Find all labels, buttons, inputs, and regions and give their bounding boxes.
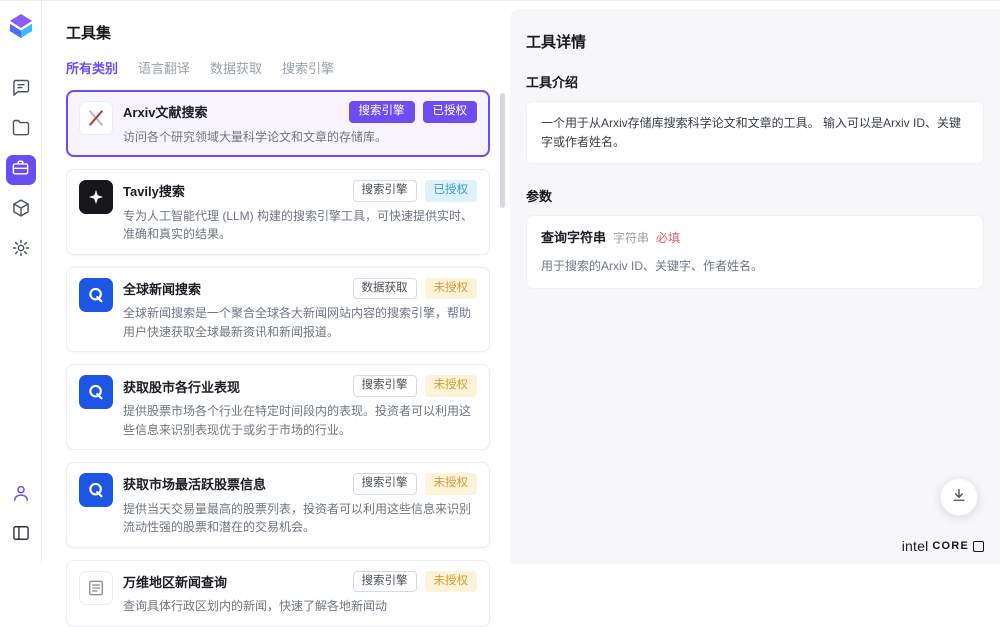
sidebar-item-plugins[interactable] (6, 195, 36, 225)
tool-name: 万维地区新闻查询 (123, 572, 227, 591)
params-section-title: 参数 (526, 186, 984, 205)
briefcase-icon (11, 158, 30, 182)
tool-description: 提供当天交易量最高的股票列表，投资者可以利用这些信息来识别流动性强的股票和潜在的… (123, 500, 477, 537)
category-badge: 数据获取 (353, 278, 417, 300)
global-news-icon (79, 278, 113, 312)
download-icon (950, 486, 968, 509)
tool-card-arxiv[interactable]: Arxiv文献搜索 搜索引擎 已授权 访问各个研究领域大量科学论文和文章的存储库… (66, 90, 490, 157)
intro-section-title: 工具介绍 (526, 72, 984, 91)
tool-card-stock-sectors[interactable]: 获取股市各行业表现 搜索引擎 未授权 提供股票市场各个行业在特定时间段内的表现。… (66, 364, 490, 450)
param-required-flag: 必填 (656, 229, 680, 248)
tool-name: Arxiv文献搜索 (123, 102, 208, 121)
tool-intro-text: 一个用于从Arxiv存储库搜索科学论文和文章的工具。 输入可以是Arxiv ID… (526, 101, 984, 164)
category-tabs: 所有类别 语言翻译 数据获取 搜索引擎 (66, 58, 490, 77)
intel-core-logo: intel CORE (902, 538, 984, 554)
intel-text: intel (902, 538, 929, 554)
category-badge: 搜索引擎 (353, 473, 417, 495)
cube-icon (11, 198, 31, 223)
sidebar-item-tools[interactable] (6, 155, 36, 185)
tool-name: Tavily搜索 (123, 181, 185, 200)
app-logo[interactable] (9, 13, 33, 44)
folder-icon (11, 118, 31, 143)
sidebar-item-settings[interactable] (6, 235, 36, 265)
tool-list-panel: 工具集 所有类别 语言翻译 数据获取 搜索引擎 Arxiv文献搜索 搜索引擎 已… (42, 1, 510, 563)
status-badge[interactable]: 未授权 (425, 473, 478, 495)
core-text: CORE (932, 540, 969, 552)
scrollbar-thumb[interactable] (500, 93, 505, 208)
stock-sectors-icon (79, 375, 113, 409)
category-badge: 搜索引擎 (349, 101, 415, 123)
app-window: 工具集 所有类别 语言翻译 数据获取 搜索引擎 Arxiv文献搜索 搜索引擎 已… (0, 0, 1000, 563)
detail-wrap: 工具详情 工具介绍 一个用于从Arxiv存储库搜索科学论文和文章的工具。 输入可… (510, 1, 1000, 563)
tool-card-active-stocks[interactable]: 获取市场最活跃股票信息 搜索引擎 未授权 提供当天交易量最高的股票列表，投资者可… (66, 462, 490, 548)
tool-name: 全球新闻搜索 (123, 279, 201, 298)
tool-card-global-news[interactable]: 全球新闻搜索 数据获取 未授权 全球新闻搜索是一个聚合全球各大新闻网站内容的搜索… (66, 267, 490, 353)
intel-badge-box (973, 541, 984, 552)
tavily-icon (79, 180, 113, 214)
tool-name: 获取股市各行业表现 (123, 377, 240, 396)
chat-icon (11, 78, 31, 103)
tab-all-categories[interactable]: 所有类别 (66, 58, 118, 77)
tool-card-tavily[interactable]: Tavily搜索 搜索引擎 已授权 专为人工智能代理 (LLM) 构建的搜索引擎… (66, 169, 490, 255)
arxiv-icon (79, 101, 113, 135)
tool-detail-panel: 工具详情 工具介绍 一个用于从Arxiv存储库搜索科学论文和文章的工具。 输入可… (510, 9, 1000, 564)
param-name: 查询字符串 (541, 228, 606, 248)
tool-card-regional-news[interactable]: 万维地区新闻查询 搜索引擎 未授权 查询具体行政区划内的新闻，快速了解各地新闻动 (66, 560, 490, 627)
sidebar-item-collapse[interactable] (6, 520, 36, 550)
gear-icon (11, 238, 31, 263)
status-badge[interactable]: 已授权 (423, 101, 478, 123)
active-stocks-icon (79, 473, 113, 507)
tool-description: 全球新闻搜索是一个聚合全球各大新闻网站内容的搜索引擎，帮助用户快速获取全球最新资… (123, 304, 477, 341)
tool-description: 查询具体行政区划内的新闻，快速了解各地新闻动 (123, 597, 477, 616)
status-badge[interactable]: 未授权 (425, 278, 478, 300)
param-type: 字符串 (613, 229, 649, 248)
tool-name: 获取市场最活跃股票信息 (123, 474, 266, 493)
tab-search-engine[interactable]: 搜索引擎 (282, 58, 334, 77)
tab-data-fetch[interactable]: 数据获取 (210, 58, 262, 77)
detail-title: 工具详情 (526, 31, 984, 52)
download-button[interactable] (940, 478, 978, 516)
status-badge[interactable]: 已授权 (425, 180, 478, 202)
sidebar-item-files[interactable] (6, 115, 36, 145)
scrollbar[interactable] (500, 93, 505, 557)
category-badge: 搜索引擎 (353, 375, 417, 397)
status-badge[interactable]: 未授权 (425, 571, 478, 593)
tab-language-translation[interactable]: 语言翻译 (138, 58, 190, 77)
sidebar (0, 1, 42, 563)
parameter-card: 查询字符串 字符串 必填 用于搜索的Arxiv ID、关键字、作者姓名。 (526, 215, 984, 289)
panel-icon (11, 523, 31, 548)
sidebar-item-user[interactable] (6, 480, 36, 510)
category-badge: 搜索引擎 (353, 180, 417, 202)
news-doc-icon (79, 571, 113, 605)
category-badge: 搜索引擎 (353, 571, 417, 593)
tool-list-title: 工具集 (66, 22, 490, 43)
tool-description: 访问各个研究领域大量科学论文和文章的存储库。 (123, 128, 477, 147)
tool-description: 提供股票市场各个行业在特定时间段内的表现。投资者可以利用这些信息来识别表现优于或… (123, 402, 477, 439)
tool-description: 专为人工智能代理 (LLM) 构建的搜索引擎工具，可快速提供实时、准确和真实的结… (123, 207, 477, 244)
param-description: 用于搜索的Arxiv ID、关键字、作者姓名。 (541, 257, 969, 276)
sidebar-item-chat[interactable] (6, 75, 36, 105)
user-icon (11, 483, 31, 508)
status-badge[interactable]: 未授权 (425, 375, 478, 397)
